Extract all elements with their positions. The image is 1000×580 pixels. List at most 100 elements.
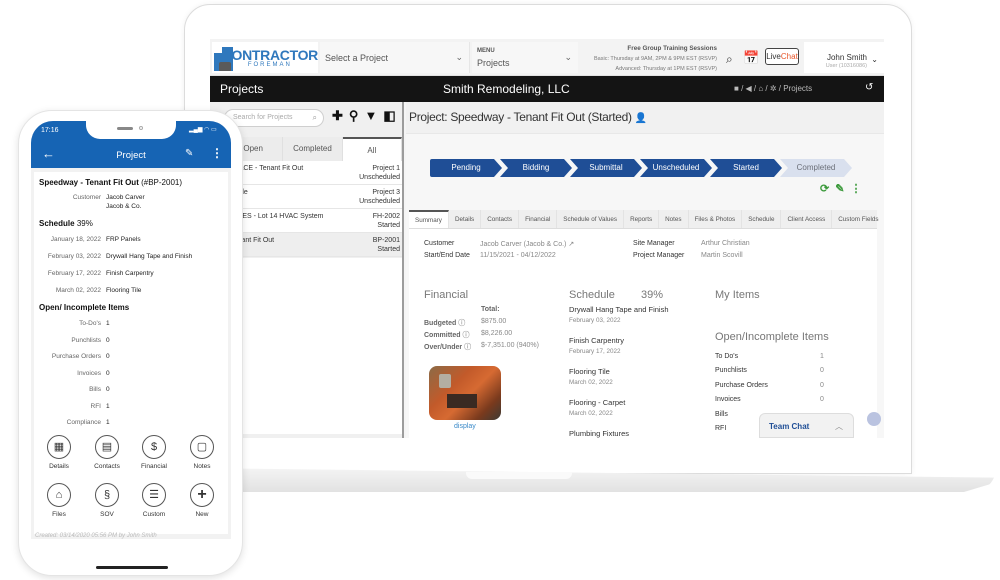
stage-completed[interactable]: Completed — [780, 159, 852, 177]
schedule-heading: Schedule — [569, 289, 615, 301]
open-item-label[interactable]: Bills — [715, 411, 728, 418]
tab-schedule-of-values[interactable]: Schedule of Values — [557, 210, 625, 228]
calendar-add-icon[interactable]: 📅 — [743, 50, 759, 66]
files-button[interactable]: ⌂ Files — [39, 483, 79, 518]
layout-icon[interactable]: ◧ — [383, 108, 401, 123]
open-item-label[interactable]: Compliance — [34, 419, 101, 426]
menu-dropdown[interactable]: MENU Projects ⌄ — [472, 42, 578, 73]
info-icon[interactable]: ⓘ — [458, 320, 465, 327]
schedule-item[interactable]: Finish Carpentry — [569, 336, 624, 345]
tab-notes[interactable]: Notes — [659, 210, 689, 228]
photo-display-link[interactable]: display — [454, 423, 476, 430]
more-vertical-icon[interactable]: ⋮ — [211, 146, 223, 160]
project-select[interactable]: Select a Project ⌄ — [320, 42, 470, 73]
details-button[interactable]: ▦ Details — [39, 435, 79, 470]
pencil-icon[interactable]: ✎ — [185, 148, 193, 159]
training-notice[interactable]: Free Group Training Sessions Basic: Thur… — [580, 44, 717, 74]
open-item-label[interactable]: Invoices — [34, 370, 101, 377]
new-button[interactable]: + New — [182, 483, 222, 518]
refresh-icon[interactable]: ⟳ — [820, 183, 835, 195]
logo-text: CONTRACTOR — [221, 46, 319, 63]
notes-button[interactable]: ▢ Notes — [182, 435, 222, 470]
info-icon[interactable]: ⓘ — [464, 344, 471, 351]
sov-icon: § — [95, 483, 119, 507]
custom-button[interactable]: ☰ Custom — [134, 483, 174, 518]
user-menu[interactable]: John Smith User (10316086) ⌄ — [804, 42, 884, 73]
stage-bidding[interactable]: Bidding — [500, 159, 572, 177]
add-icon[interactable]: ✚ — [332, 108, 349, 123]
schedule-item[interactable]: Drywall Hang Tape and Finish — [569, 305, 669, 314]
open-item-label[interactable]: Invoices — [715, 396, 741, 403]
open-item-label[interactable]: Purchase Orders — [715, 382, 768, 389]
schedule-item[interactable]: Flooring Tile — [569, 367, 610, 376]
open-item-label[interactable]: To-Do's — [34, 320, 101, 327]
tab-all[interactable]: All — [342, 137, 402, 161]
project-row[interactable]: HOMES - Lot 14 HVAC Systemial FH-2002Sta… — [224, 209, 402, 233]
schedule-item[interactable]: Flooring - Carpet — [569, 398, 625, 407]
project-select-placeholder: Select a Project — [325, 52, 389, 63]
info-icon[interactable]: ⓘ — [463, 332, 470, 339]
stage-started[interactable]: Started — [710, 159, 782, 177]
map-pin-icon[interactable]: ⚲ — [349, 108, 365, 123]
search-icon[interactable]: ⌕ — [726, 52, 733, 67]
financial-button[interactable]: $ Financial — [134, 435, 174, 470]
training-basic[interactable]: Basic: Thursday at 9AM, 2PM & 9PM EST (R… — [580, 54, 717, 64]
tab-details[interactable]: Details — [449, 210, 482, 228]
open-item-label[interactable]: RFI — [715, 425, 726, 432]
open-item-label[interactable]: Bills — [34, 386, 101, 393]
schedule-item[interactable]: Flooring Tile — [106, 287, 141, 294]
schedule-date: March 02, 2022 — [569, 379, 613, 386]
tab-financial[interactable]: Financial — [519, 210, 558, 228]
menu-label: MENU — [477, 48, 495, 54]
pencil-icon[interactable]: ✎ — [835, 183, 850, 195]
logo[interactable]: CONTRACTOR FOREMAN — [212, 42, 318, 73]
customer-value[interactable]: Jacob Carver (Jacob & Co.) ↗ — [480, 240, 574, 248]
open-item-label[interactable]: To Do's — [715, 353, 738, 360]
stage-pending[interactable]: Pending — [430, 159, 502, 177]
project-row[interactable]: pgradeial Project 3Unscheduled — [224, 185, 402, 209]
breadcrumb-current[interactable]: Projects — [783, 84, 812, 93]
team-chat-button[interactable]: Team Chat ︿ — [759, 413, 854, 438]
details-icon: ▦ — [47, 435, 71, 459]
tab-completed[interactable]: Completed — [283, 137, 343, 161]
mobile-project-title: Speedway - Tenant Fit Out (#BP-2001) — [39, 178, 183, 187]
gear-icon[interactable]: ✲ — [770, 84, 777, 93]
contacts-button[interactable]: ▤ Contacts — [87, 435, 127, 470]
tab-schedule[interactable]: Schedule — [742, 210, 782, 228]
filter-icon[interactable]: ▼ — [364, 108, 383, 123]
tab-reports[interactable]: Reports — [624, 210, 660, 228]
project-photo[interactable] — [429, 366, 501, 420]
tab-summary[interactable]: Summary — [409, 210, 449, 228]
schedule-item[interactable]: Plumbing Fixtures — [569, 429, 629, 438]
open-item-label[interactable]: Punchlists — [34, 337, 101, 344]
project-search-input[interactable]: Search for Projects ⌕ — [224, 109, 324, 127]
project-row-selected[interactable]: - Tenant Fit Outial BP-2001Started — [224, 233, 402, 257]
sov-button[interactable]: § SOV — [87, 483, 127, 518]
open-item-label[interactable]: Punchlists — [715, 367, 747, 374]
customer-name[interactable]: Jacob Carver — [106, 194, 145, 201]
stage-unscheduled[interactable]: Unscheduled — [640, 159, 712, 177]
schedule-item[interactable]: Finish Carpentry — [106, 270, 154, 277]
video-icon[interactable]: ■ — [734, 84, 739, 93]
home-icon[interactable]: ⌂ — [758, 84, 763, 93]
search-icon: ⌕ — [312, 113, 317, 122]
schedule-item[interactable]: FRP Panels — [106, 236, 141, 243]
open-item-label[interactable]: RFI — [34, 403, 101, 410]
schedule-item[interactable]: Drywall Hang Tape and Finish — [106, 253, 192, 260]
external-link-icon[interactable]: ↗ — [568, 241, 574, 248]
history-icon[interactable]: ↺ — [865, 82, 873, 93]
tab-files-photos[interactable]: Files & Photos — [689, 210, 743, 228]
more-vertical-icon[interactable]: ⋮ — [850, 183, 867, 195]
tab-client-access[interactable]: Client Access — [781, 210, 833, 228]
training-advanced[interactable]: Advanced: Thursday at 1PM EST (RSVP) — [580, 64, 717, 74]
tab-contacts[interactable]: Contacts — [481, 210, 520, 228]
open-item-label[interactable]: Purchase Orders — [34, 353, 101, 360]
stage-submittal[interactable]: Submittal — [570, 159, 642, 177]
chat-bubble-icon[interactable] — [867, 412, 881, 426]
training-title: Free Group Training Sessions — [627, 45, 717, 52]
megaphone-icon[interactable]: ◀ — [746, 84, 752, 93]
project-row[interactable]: PALACE - Tenant Fit Outial Project 1Unsc… — [224, 161, 402, 185]
tab-custom-fields[interactable]: Custom Fields — [832, 210, 884, 228]
livechat-button[interactable]: LiveChat — [765, 48, 799, 65]
chevron-up-icon: ︿ — [835, 422, 843, 431]
